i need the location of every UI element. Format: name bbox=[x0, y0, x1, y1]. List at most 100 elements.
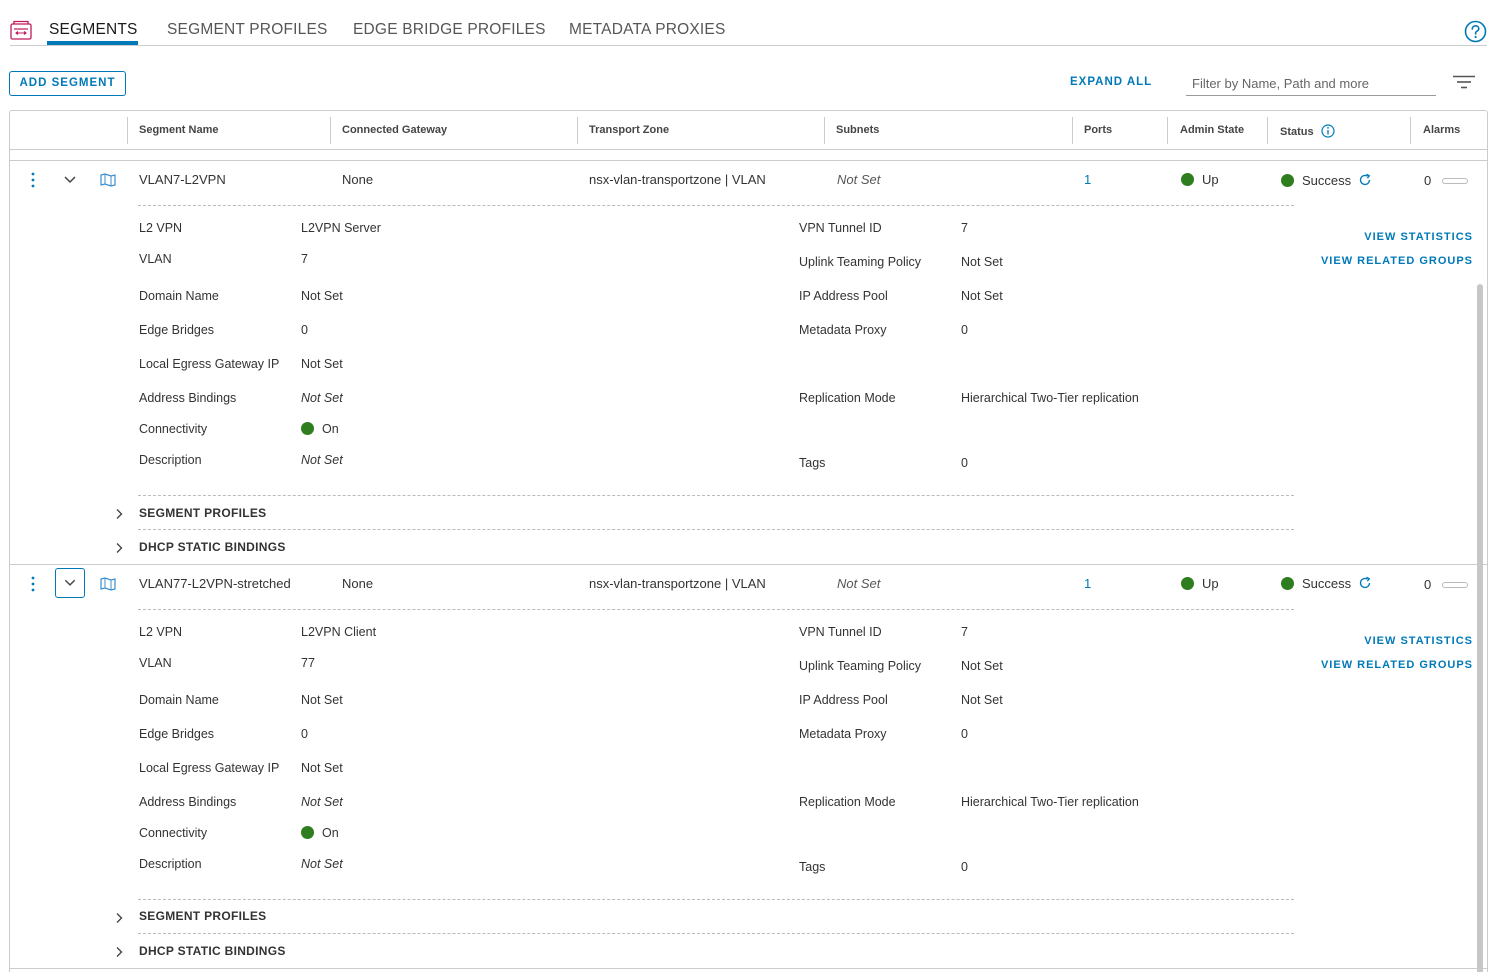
refresh-icon[interactable] bbox=[1358, 576, 1372, 590]
add-segment-button[interactable]: ADD SEGMENT bbox=[9, 71, 126, 96]
detail-value: 7 bbox=[961, 221, 968, 235]
detail-label: VLAN bbox=[139, 252, 172, 266]
admin-state-value: Up bbox=[1202, 172, 1219, 187]
detail-label: Edge Bridges bbox=[139, 323, 215, 337]
view-related-groups-link[interactable]: VIEW RELATED GROUPS bbox=[1321, 659, 1473, 671]
row-actions-kebab-icon[interactable] bbox=[30, 172, 36, 188]
detail-value: Not Set bbox=[301, 289, 343, 303]
section-segment-profiles[interactable]: SEGMENT PROFILES bbox=[139, 506, 266, 520]
column-separator bbox=[1267, 117, 1268, 144]
column-header-status-label: Status bbox=[1280, 126, 1314, 138]
detail-value: Not Set bbox=[301, 357, 343, 371]
connected-gateway: None bbox=[342, 172, 374, 187]
view-statistics-link[interactable]: VIEW STATISTICS bbox=[1364, 231, 1473, 243]
detail-label: Domain Name bbox=[139, 693, 219, 707]
admin-state: Up bbox=[1181, 576, 1219, 591]
connected-gateway: None bbox=[342, 576, 374, 591]
detail-value: 0 bbox=[961, 860, 968, 874]
expand-all-link[interactable]: EXPAND ALL bbox=[1070, 76, 1152, 88]
detail-value: Not Set bbox=[961, 693, 1003, 707]
detail-value: 0 bbox=[961, 323, 968, 337]
status: Success bbox=[1281, 173, 1372, 188]
connectivity-value: On bbox=[301, 826, 339, 840]
column-header-transport-zone[interactable]: Transport Zone bbox=[589, 124, 669, 136]
detail-value: 77 bbox=[301, 656, 315, 670]
view-related-groups-link[interactable]: VIEW RELATED GROUPS bbox=[1321, 255, 1473, 267]
detail-value: 0 bbox=[301, 727, 308, 741]
status-dot-icon bbox=[1181, 173, 1194, 186]
transport-zone: nsx-vlan-transportzone | VLAN bbox=[589, 576, 766, 591]
status-dot-icon bbox=[1281, 577, 1294, 590]
column-header-admin-state[interactable]: Admin State bbox=[1180, 124, 1244, 136]
row-actions-kebab-icon[interactable] bbox=[30, 576, 36, 592]
view-statistics-link[interactable]: VIEW STATISTICS bbox=[1364, 635, 1473, 647]
detail-label: Local Egress Gateway IP bbox=[139, 761, 280, 775]
column-header-ports[interactable]: Ports bbox=[1084, 124, 1112, 136]
column-separator bbox=[1072, 117, 1073, 144]
ports-link[interactable]: 1 bbox=[1084, 172, 1091, 187]
grid-header: Segment Name Connected Gateway Transport… bbox=[10, 111, 1487, 150]
detail-label: IP Address Pool bbox=[799, 693, 888, 707]
detail-value: 0 bbox=[961, 456, 968, 470]
detail-value: Not Set bbox=[301, 857, 343, 871]
segment-name: VLAN7-L2VPN bbox=[139, 172, 226, 187]
help-icon[interactable] bbox=[1464, 20, 1487, 43]
row-separator bbox=[10, 564, 1487, 565]
section-dhcp-static-bindings[interactable]: DHCP STATIC BINDINGS bbox=[139, 944, 286, 958]
detail-value: On bbox=[322, 826, 339, 840]
expand-section-chevron-icon[interactable] bbox=[114, 912, 124, 924]
detail-label: Uplink Teaming Policy bbox=[799, 255, 922, 269]
column-header-connected-gateway[interactable]: Connected Gateway bbox=[342, 124, 447, 136]
detail-label: Local Egress Gateway IP bbox=[139, 357, 280, 371]
ports-link[interactable]: 1 bbox=[1084, 576, 1091, 591]
info-icon[interactable] bbox=[1321, 124, 1335, 138]
column-separator bbox=[127, 117, 128, 144]
detail-value: Not Set bbox=[961, 255, 1003, 269]
subnets: Not Set bbox=[837, 172, 881, 187]
tab-edge-bridge-profiles[interactable]: EDGE BRIDGE PROFILES bbox=[353, 21, 546, 39]
detail-value: 0 bbox=[961, 727, 968, 741]
detail-divider bbox=[138, 205, 1294, 206]
detail-label: IP Address Pool bbox=[799, 289, 888, 303]
filter-input[interactable] bbox=[1186, 72, 1436, 96]
detail-label: Tags bbox=[799, 456, 826, 470]
status-dot-icon bbox=[301, 826, 314, 839]
column-separator bbox=[1167, 117, 1168, 144]
column-header-subnets[interactable]: Subnets bbox=[836, 124, 879, 136]
segment-type-icon bbox=[100, 577, 116, 591]
status-value: Success bbox=[1302, 576, 1352, 591]
expand-section-chevron-icon[interactable] bbox=[114, 946, 124, 958]
column-header-alarms[interactable]: Alarms bbox=[1423, 124, 1460, 136]
column-header-segment-name[interactable]: Segment Name bbox=[139, 124, 218, 136]
tab-metadata-proxies[interactable]: METADATA PROXIES bbox=[569, 21, 726, 39]
expand-section-chevron-icon[interactable] bbox=[114, 508, 124, 520]
top-tab-bar: SEGMENTS SEGMENT PROFILES EDGE BRIDGE PR… bbox=[0, 0, 1493, 46]
section-segment-profiles[interactable]: SEGMENT PROFILES bbox=[139, 909, 266, 923]
detail-label: Tags bbox=[799, 860, 826, 874]
detail-value: Not Set bbox=[301, 391, 343, 405]
tab-segment-profiles[interactable]: SEGMENT PROFILES bbox=[167, 21, 328, 39]
segments-grid: Segment Name Connected Gateway Transport… bbox=[9, 110, 1488, 972]
collapse-row-chevron-icon[interactable] bbox=[55, 165, 85, 195]
section-dhcp-static-bindings[interactable]: DHCP STATIC BINDINGS bbox=[139, 540, 286, 554]
detail-label: VPN Tunnel ID bbox=[799, 221, 882, 235]
column-header-status[interactable]: Status bbox=[1280, 124, 1335, 138]
column-separator bbox=[577, 117, 578, 144]
tab-segments[interactable]: SEGMENTS bbox=[49, 21, 138, 39]
collapse-row-chevron-icon[interactable] bbox=[55, 568, 85, 598]
vertical-scrollbar[interactable] bbox=[1477, 284, 1483, 972]
status-value: Success bbox=[1302, 173, 1352, 188]
segment-type-icon bbox=[100, 173, 116, 187]
detail-value: L2VPN Server bbox=[301, 221, 381, 235]
detail-label: Address Bindings bbox=[139, 391, 237, 405]
segments-icon bbox=[10, 20, 32, 40]
connectivity-value: On bbox=[301, 422, 339, 436]
filter-icon[interactable] bbox=[1453, 75, 1475, 89]
detail-value: Not Set bbox=[301, 795, 343, 809]
refresh-icon[interactable] bbox=[1358, 173, 1372, 187]
admin-state: Up bbox=[1181, 172, 1219, 187]
expand-section-chevron-icon[interactable] bbox=[114, 542, 124, 554]
status-dot-icon bbox=[1181, 577, 1194, 590]
alarms-bar bbox=[1442, 178, 1468, 184]
detail-value: On bbox=[322, 422, 339, 436]
